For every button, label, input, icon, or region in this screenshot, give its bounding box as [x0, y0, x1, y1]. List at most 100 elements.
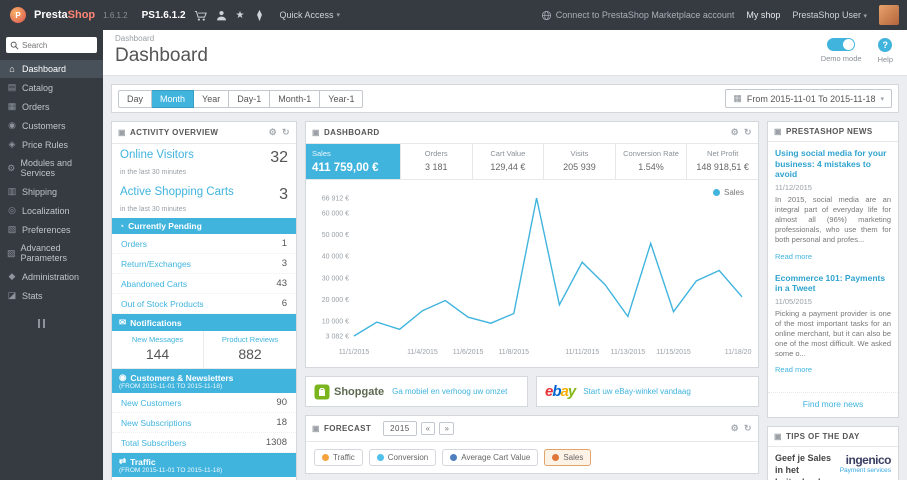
find-more-news-link[interactable]: Find more news: [768, 392, 898, 417]
sidebar-item-label: Modules and Services: [20, 158, 73, 178]
online-visitors-link[interactable]: Online Visitors: [120, 149, 194, 161]
kpi-orders[interactable]: Orders 3 181: [401, 144, 473, 179]
traffic-dot-icon: [322, 454, 329, 461]
gear-icon[interactable]: ⚙: [269, 127, 277, 138]
period-month-button[interactable]: Month: [152, 89, 195, 108]
out-of-stock-link[interactable]: Out of Stock Products: [121, 299, 204, 309]
sidebar-item-modules[interactable]: ⚙ Modules and Services: [0, 154, 103, 182]
svg-text:60 000 €: 60 000 €: [322, 210, 349, 217]
forecast-year-select[interactable]: 2015: [383, 421, 417, 436]
traffic-date-range: (FROM 2015-11-01 TO 2015-11-18): [119, 467, 223, 474]
read-more-link[interactable]: Read more: [775, 365, 812, 374]
launch-icon[interactable]: [253, 9, 266, 22]
sidebar-item-shipping[interactable]: ▥ Shipping: [0, 182, 103, 201]
chevron-down-icon: ▾: [863, 13, 867, 20]
kpi-net-profit[interactable]: Net Profit 148 918,51 €: [687, 144, 758, 179]
chart-legend: Sales: [712, 188, 744, 197]
breadcrumb[interactable]: Dashboard: [115, 34, 895, 43]
search-input[interactable]: [22, 40, 92, 50]
sidebar-item-label: Localization: [22, 205, 70, 216]
sidebar-collapse-button[interactable]: [38, 319, 103, 328]
sidebar-item-orders[interactable]: ▦ Orders: [0, 97, 103, 116]
total-subscribers-row: Total Subscribers 1308: [112, 433, 296, 453]
user-avatar[interactable]: [879, 5, 899, 25]
sidebar-item-stats[interactable]: ◪ Stats: [0, 286, 103, 305]
period-day-1-button[interactable]: Day-1: [229, 89, 271, 108]
profile-icon[interactable]: [215, 9, 228, 22]
read-more-link[interactable]: Read more: [775, 252, 812, 261]
abandoned-carts-link[interactable]: Abandoned Carts: [121, 279, 187, 289]
new-customers-value: 90: [276, 397, 287, 408]
new-subscriptions-link[interactable]: New Subscriptions: [121, 418, 191, 428]
forecast-chip-average-cart-value[interactable]: Average Cart Value: [442, 449, 539, 466]
gear-icon[interactable]: ⚙: [731, 423, 739, 434]
sidebar-search[interactable]: [6, 37, 97, 53]
forecast-next-button[interactable]: »: [439, 422, 455, 435]
sidebar-item-dashboard[interactable]: ⌂ Dashboard: [0, 60, 103, 78]
help-icon[interactable]: ?: [878, 38, 893, 52]
pending-orders-link[interactable]: Orders: [121, 239, 147, 249]
period-day-button[interactable]: Day: [118, 89, 153, 108]
new-customers-link[interactable]: New Customers: [121, 398, 181, 408]
refresh-icon[interactable]: ↻: [282, 127, 290, 138]
news-article-body: In 2015, social media are an integral pa…: [775, 194, 891, 245]
forecast-prev-button[interactable]: «: [420, 422, 436, 435]
cart-icon[interactable]: [194, 9, 207, 22]
demo-mode-toggle[interactable]: [827, 38, 856, 51]
kpi-conversion-rate[interactable]: Conversion Rate 1.54%: [616, 144, 688, 179]
marketplace-link[interactable]: Connect to PrestaShop Marketplace accoun…: [541, 10, 734, 21]
news-panel-icon: ▣: [774, 127, 782, 136]
period-month-1-button[interactable]: Month-1: [270, 89, 321, 108]
help-control: ? Help: [878, 38, 893, 64]
user-menu[interactable]: PrestaShop User ▾: [792, 10, 867, 20]
sidebar-item-localization[interactable]: ◎ Localization: [0, 201, 103, 220]
sidebar-item-preferences[interactable]: ▧ Preferences: [0, 220, 103, 239]
quick-access-menu[interactable]: Quick Access ▾: [280, 10, 341, 20]
svg-text:11/15/2015: 11/15/2015: [656, 349, 691, 356]
chip-label: Traffic: [333, 453, 355, 462]
kpi-value: 3 181: [424, 162, 448, 172]
traffic-title: Traffic: [130, 456, 156, 467]
shopgate-promo-card: Shopgate Ga mobiel en verhoog uw omzet: [305, 376, 528, 407]
sidebar-item-customers[interactable]: ◉ Customers: [0, 116, 103, 135]
kpi-visits[interactable]: Visits 205 939: [544, 144, 616, 179]
sidebar-item-administration[interactable]: ◆ Administration: [0, 267, 103, 286]
activity-panel-header: ▣ ACTIVITY OVERVIEW ⚙ ↻: [112, 122, 296, 144]
refresh-icon[interactable]: ↻: [744, 127, 752, 138]
date-range-picker[interactable]: ▦ From 2015-11-01 To 2015-11-18 ▾: [725, 89, 892, 108]
ingenico-logo: ingenico Payment services: [840, 453, 892, 480]
total-subscribers-link[interactable]: Total Subscribers: [121, 438, 186, 448]
localization-icon: ◎: [8, 205, 16, 215]
abandoned-carts-row: Abandoned Carts 43: [112, 274, 296, 294]
refresh-icon[interactable]: ↻: [744, 423, 752, 434]
sales-chart: Sales 66 912 € 60 000 € 50 000 € 40 000 € 30…: [306, 180, 760, 367]
forecast-chip-sales[interactable]: Sales: [544, 449, 592, 466]
forecast-chip-conversion[interactable]: Conversion: [368, 449, 437, 466]
customers-newsletters-header: ◉ Customers & Newsletters (FROM 2015-11-0…: [112, 369, 296, 393]
active-carts-link[interactable]: Active Shopping Carts: [120, 186, 234, 198]
news-article-link[interactable]: Using social media for your business: 4 …: [775, 148, 891, 180]
news-article-link[interactable]: Ecommerce 101: Payments in a Tweet: [775, 273, 891, 294]
my-shop-link[interactable]: My shop: [746, 10, 780, 20]
version-label: 1.6.1.2: [103, 10, 128, 20]
right-column: ▣ PRESTASHOP NEWS Using social media for…: [767, 121, 899, 480]
sidebar-item-advanced-parameters[interactable]: ▨ Advanced Parameters: [0, 239, 103, 267]
period-year-button[interactable]: Year: [194, 89, 230, 108]
shopgate-link[interactable]: Ga mobiel en verhoog uw omzet: [392, 387, 507, 396]
favorites-icon[interactable]: ★: [236, 10, 245, 21]
ebay-link[interactable]: Start uw eBay-winkel vandaag: [583, 387, 691, 396]
total-subscribers-value: 1308: [265, 437, 287, 448]
sidebar-item-price-rules[interactable]: ◈ Price Rules: [0, 135, 103, 154]
forecast-chip-traffic[interactable]: Traffic: [314, 449, 363, 466]
new-messages-cell[interactable]: New Messages 144: [112, 331, 204, 369]
kpi-label: Cart Value: [490, 149, 526, 158]
pending-returns-link[interactable]: Return/Exchanges: [121, 259, 191, 269]
kpi-cart-value[interactable]: Cart Value 129,44 €: [473, 144, 545, 179]
gear-icon[interactable]: ⚙: [731, 127, 739, 138]
active-carts-subtext: in the last 30 minutes: [120, 206, 187, 213]
sidebar-item-catalog[interactable]: ▤ Catalog: [0, 78, 103, 97]
activity-icon: ▣: [118, 128, 126, 137]
product-reviews-cell[interactable]: Product Reviews 882: [204, 331, 296, 369]
period-year-1-button[interactable]: Year-1: [320, 89, 364, 108]
kpi-sales[interactable]: Sales 411 759,00 €: [306, 144, 401, 179]
